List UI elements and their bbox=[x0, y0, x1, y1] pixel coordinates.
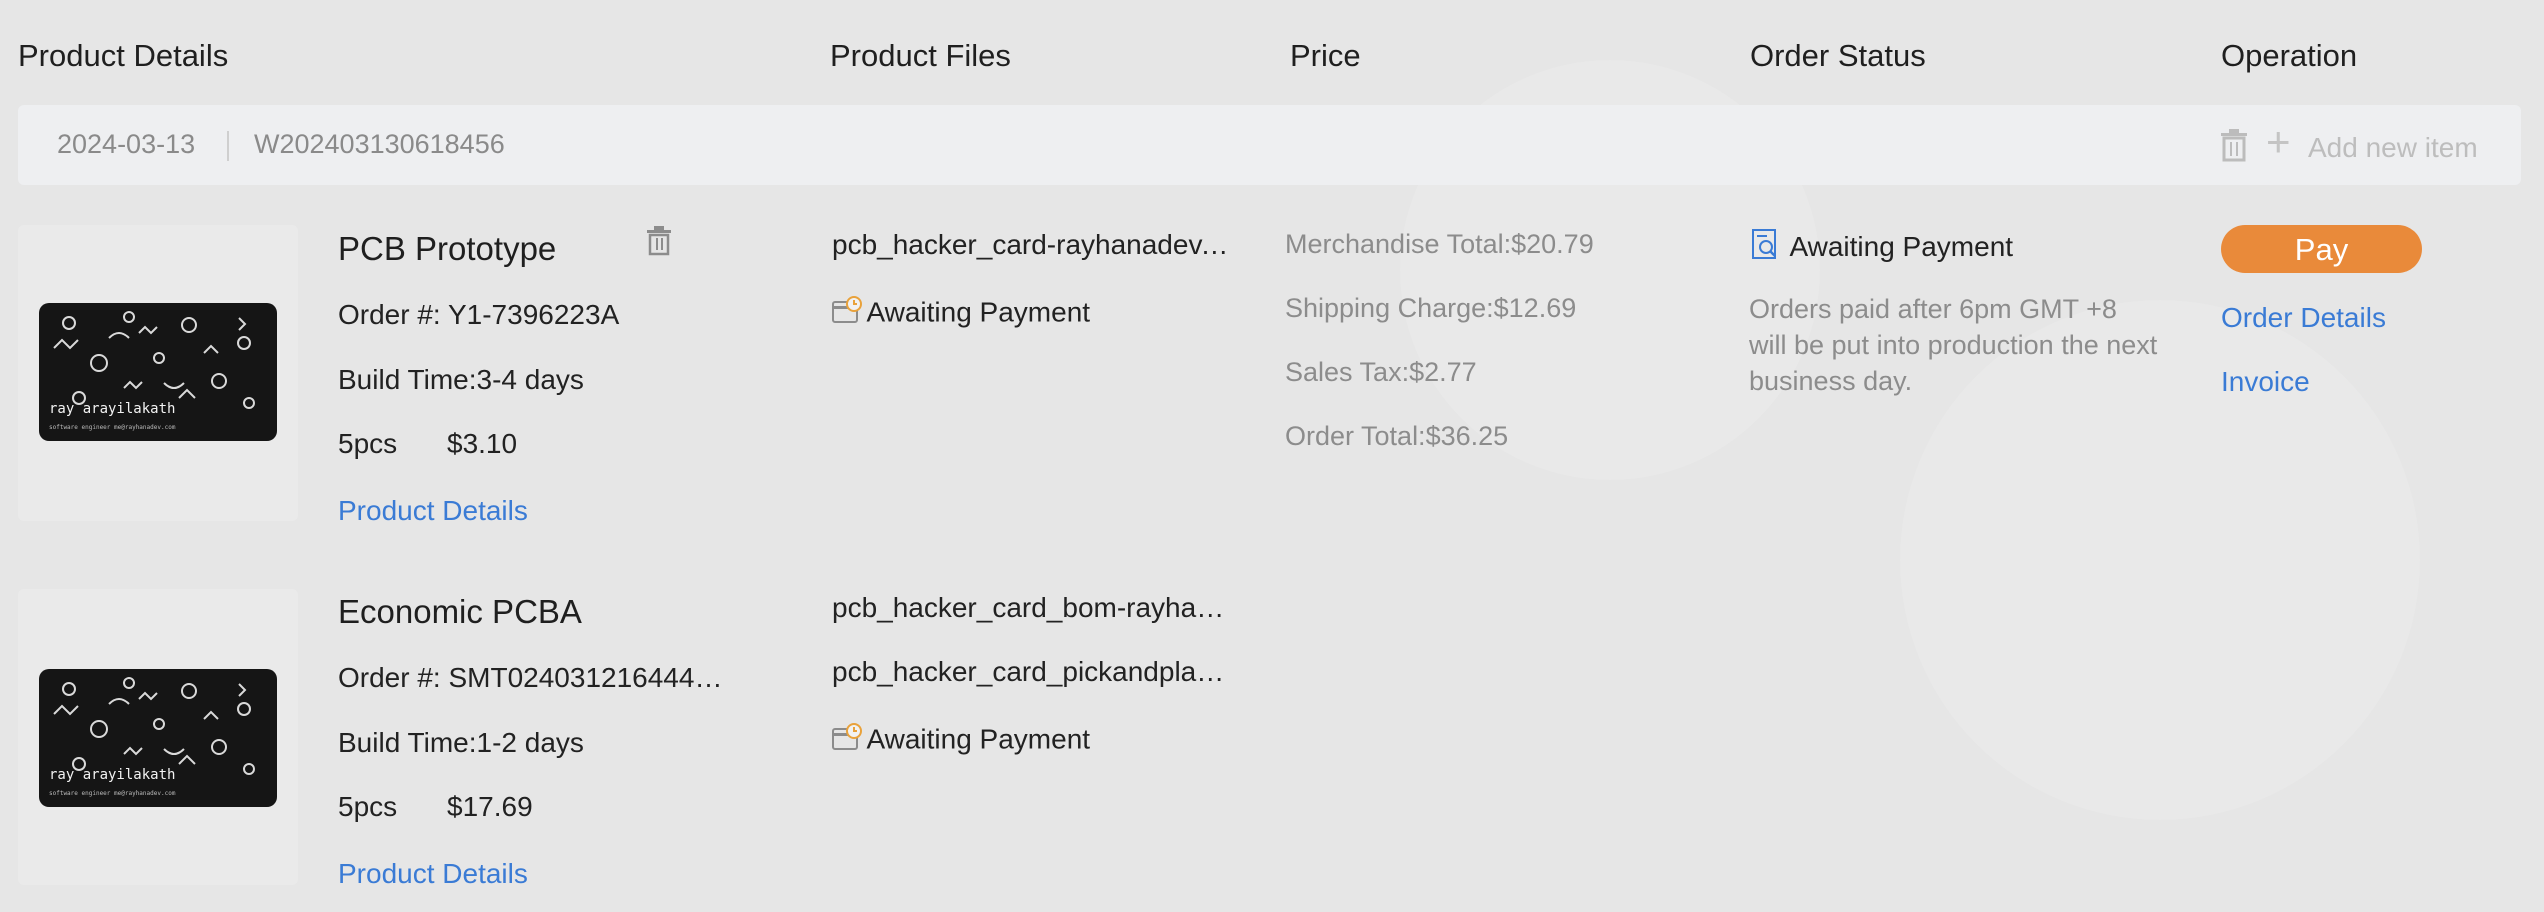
unit-price: $3.10 bbox=[447, 428, 518, 459]
order-number-row: Order #: SMT02403121644490012 bbox=[338, 662, 738, 694]
card-subtext: software engineer me@rayhanadev.com bbox=[49, 790, 176, 797]
invoice-link[interactable]: Invoice bbox=[2221, 366, 2310, 398]
delete-order-icon[interactable] bbox=[2218, 128, 2250, 162]
build-time: Build Time:3-4 days bbox=[338, 364, 584, 395]
card-name-text: ray arayilakath bbox=[49, 401, 176, 417]
pending-payment-icon bbox=[832, 723, 862, 756]
pattern-graphic bbox=[53, 677, 255, 775]
add-new-item-button[interactable]: Add new item bbox=[2308, 132, 2478, 164]
shipping-charge: Shipping Charge:$12.69 bbox=[1285, 293, 1577, 323]
product-file-link[interactable]: pcb_hacker_card-rayhanadev.zip bbox=[832, 229, 1232, 261]
order-number-value: SMT02403121644490012 bbox=[448, 662, 738, 693]
product-title: PCB Prototype bbox=[338, 230, 557, 267]
merchandise-total: Merchandise Total:$20.79 bbox=[1285, 229, 1594, 259]
product-details-link[interactable]: Product Details bbox=[338, 495, 528, 527]
card-name-text: ray arayilakath bbox=[49, 767, 176, 783]
file-status-label: Awaiting Payment bbox=[866, 296, 1091, 328]
order-status-label: Awaiting Payment bbox=[1789, 230, 2014, 262]
order-status: Awaiting Payment bbox=[1751, 228, 2013, 265]
file-status-label: Awaiting Payment bbox=[866, 723, 1091, 755]
order-number-label: Order #: bbox=[338, 662, 441, 693]
pay-button[interactable]: Pay bbox=[2221, 225, 2422, 273]
divider bbox=[227, 131, 229, 161]
header-operation: Operation bbox=[2221, 38, 2358, 73]
order-details-link[interactable]: Order Details bbox=[2221, 302, 2386, 334]
header-price: Price bbox=[1290, 38, 1361, 73]
pcb-card-image: ray arayilakath software engineer me@ray… bbox=[39, 303, 277, 441]
header-product-details: Product Details bbox=[18, 38, 229, 73]
unit-price: $17.69 bbox=[447, 791, 533, 822]
awaiting-payment-icon bbox=[1751, 228, 1779, 265]
sales-tax: Sales Tax:$2.77 bbox=[1285, 357, 1477, 387]
bom-file-link[interactable]: pcb_hacker_card_bom-rayhanadev.csv bbox=[832, 592, 1232, 624]
pending-payment-icon bbox=[832, 296, 862, 329]
header-product-files: Product Files bbox=[830, 38, 1011, 73]
order-number: W202403130618456 bbox=[254, 129, 505, 159]
header-order-status: Order Status bbox=[1750, 38, 1926, 73]
order-number-value: Y1-7396223A bbox=[447, 299, 620, 330]
plus-icon[interactable]: + bbox=[2266, 121, 2291, 163]
card-subtext: software engineer me@rayhanadev.com bbox=[49, 424, 176, 431]
product-details-link[interactable]: Product Details bbox=[338, 858, 528, 890]
pickandplace-file-link[interactable]: pcb_hacker_card_pickandplace-rayhanadev.… bbox=[832, 656, 1232, 688]
pattern-graphic bbox=[53, 311, 255, 409]
quantity: 5pcs bbox=[338, 791, 398, 822]
build-time: Build Time:1-2 days bbox=[338, 727, 584, 758]
order-number-row: Order #: Y1-7396223A bbox=[338, 299, 619, 331]
product-thumbnail[interactable]: ray arayilakath software engineer me@ray… bbox=[18, 589, 298, 885]
quantity: 5pcs bbox=[338, 428, 398, 459]
pcb-card-image: ray arayilakath software engineer me@ray… bbox=[39, 669, 277, 807]
production-note: Orders paid after 6pm GMT +8 will be put… bbox=[1749, 294, 2158, 396]
file-status: Awaiting Payment bbox=[832, 723, 1090, 756]
order-header-bar: 2024-03-13 W202403130618456 + Add new it… bbox=[18, 105, 2521, 185]
order-total: Order Total:$36.25 bbox=[1285, 421, 1509, 451]
order-number-label: Order #: bbox=[338, 299, 441, 330]
delete-item-icon[interactable] bbox=[645, 226, 673, 261]
product-title: Economic PCBA bbox=[338, 593, 582, 630]
file-status: Awaiting Payment bbox=[832, 296, 1090, 329]
product-thumbnail[interactable]: ray arayilakath software engineer me@ray… bbox=[18, 225, 298, 521]
order-date: 2024-03-13 bbox=[57, 129, 196, 159]
